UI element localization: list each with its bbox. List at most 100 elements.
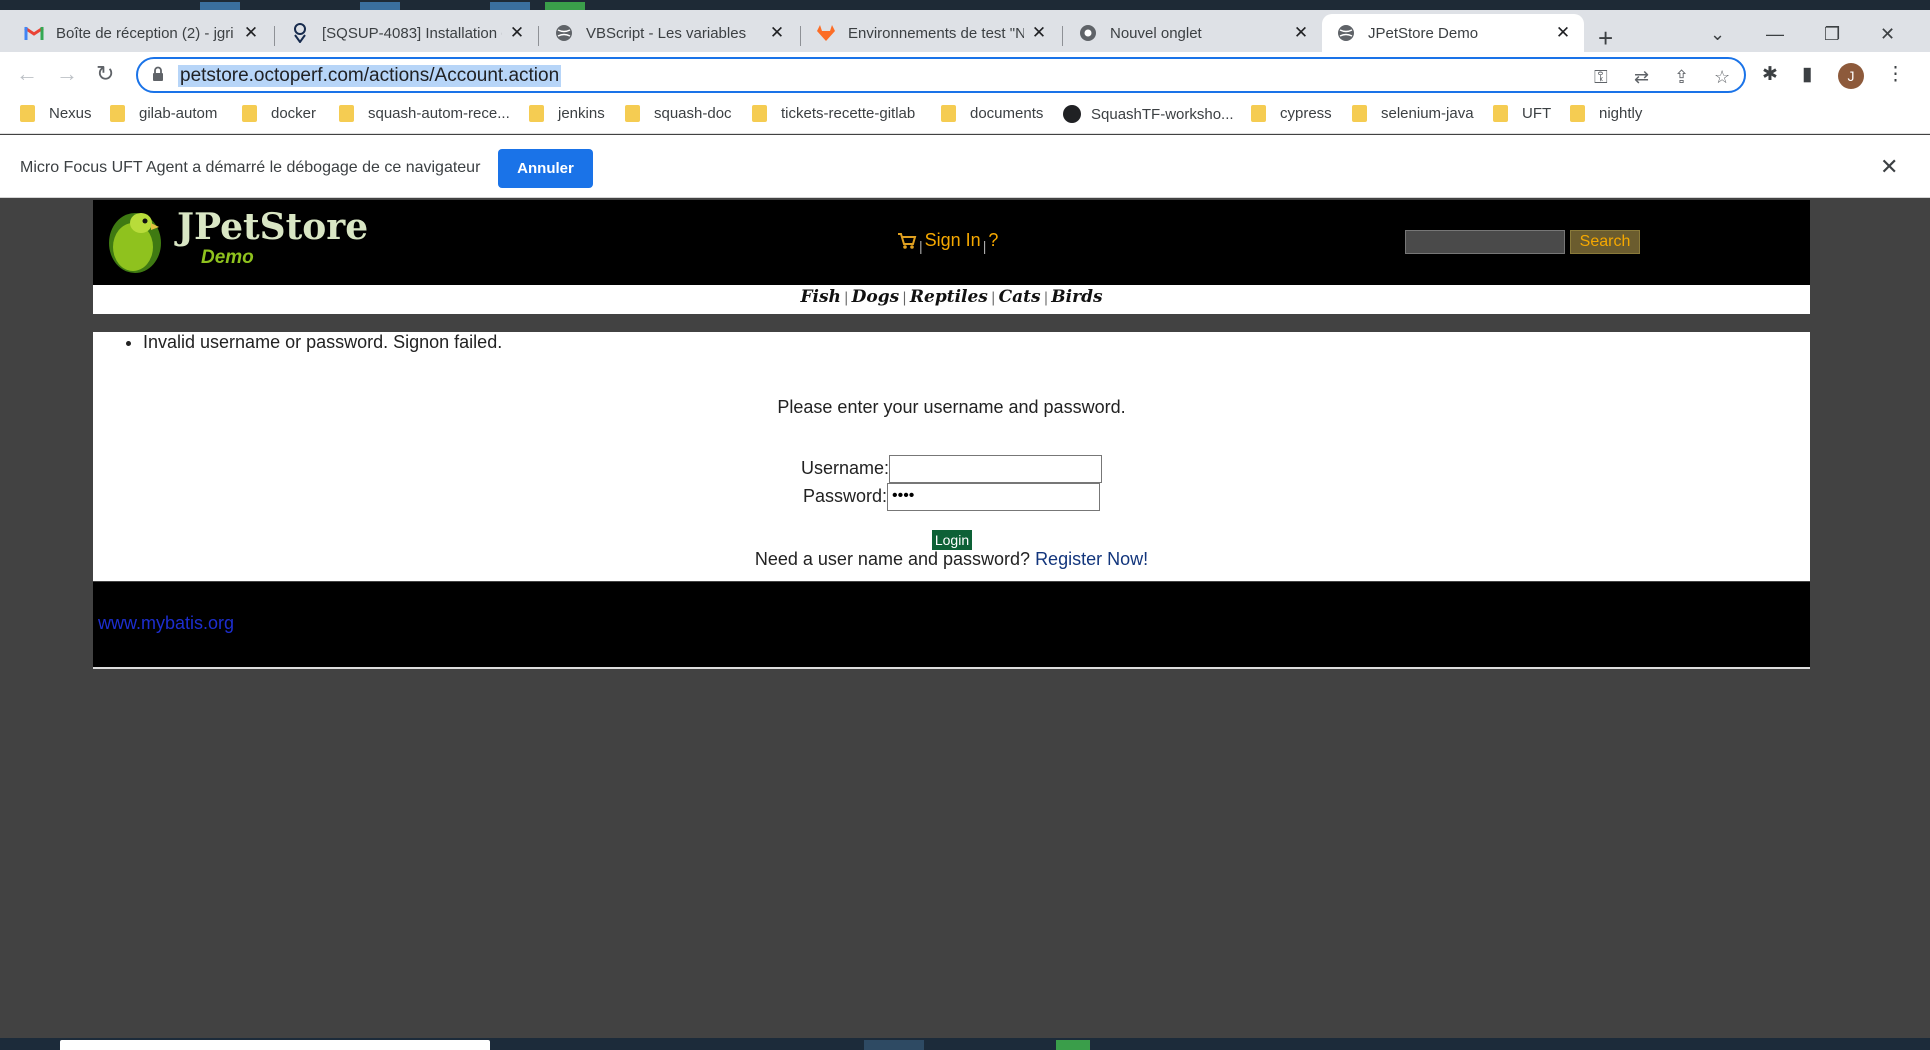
close-tab-icon[interactable]: ✕ [242, 23, 260, 42]
register-link[interactable]: Register Now! [1035, 549, 1148, 569]
cancel-button[interactable]: Annuler [498, 149, 593, 188]
search-input[interactable] [1405, 230, 1565, 254]
folder-icon [1352, 105, 1367, 122]
reload-icon[interactable]: ↻ [96, 62, 114, 86]
folder-icon [1570, 105, 1585, 122]
os-indicator [545, 2, 585, 10]
close-tab-icon[interactable]: ✕ [768, 23, 786, 42]
tab-strip: Boîte de réception (2) - jgri ✕ [SQSUP-4… [0, 10, 1930, 52]
bookmark-item[interactable]: squash-doc [625, 105, 732, 122]
parrot-icon: JPetStore Demo [109, 206, 368, 273]
password-field[interactable]: •••• [887, 483, 1100, 511]
new-tab-icon[interactable]: + [1598, 25, 1613, 51]
link-separator: | [902, 290, 907, 306]
tab-vbscript[interactable]: VBScript - Les variables ✕ [540, 14, 798, 52]
bookmark-label: gilab-autom [139, 105, 218, 122]
error-message: Invalid username or password. Signon fai… [143, 332, 502, 353]
svg-text:JPetStore: JPetStore [174, 206, 368, 248]
share-icon[interactable]: ⇪ [1674, 67, 1689, 88]
bookmark-item[interactable]: docker [242, 105, 316, 122]
svg-text:Demo: Demo [201, 247, 254, 268]
bookmark-item[interactable]: SquashTF-worksho... [1063, 105, 1234, 123]
close-tab-icon[interactable]: ✕ [1554, 23, 1572, 42]
category-dogs-link[interactable]: Dogs [852, 287, 900, 307]
bookmark-item[interactable]: nightly [1570, 105, 1642, 122]
bookmark-item[interactable]: selenium-java [1352, 105, 1474, 122]
window-close-icon[interactable]: ✕ [1880, 24, 1895, 45]
os-indicator [200, 2, 240, 10]
help-link[interactable]: ? [988, 230, 998, 251]
profile-avatar[interactable]: J [1838, 63, 1864, 89]
tab-separator [538, 26, 539, 46]
register-text: Need a user name and password? [754, 549, 1031, 569]
login-button[interactable]: Login [932, 530, 972, 550]
os-indicator [490, 2, 530, 10]
jira-icon [290, 23, 310, 43]
bookmark-label: documents [970, 105, 1044, 122]
bookmark-label: SquashTF-worksho... [1091, 105, 1234, 123]
taskbar-app[interactable] [1056, 1040, 1090, 1050]
side-panel-icon[interactable]: ▮ [1802, 63, 1812, 86]
bookmark-item[interactable]: Nexus [20, 105, 92, 122]
address-bar[interactable]: petstore.octoperf.com/actions/Account.ac… [136, 57, 1746, 93]
tab-gmail[interactable]: Boîte de réception (2) - jgri ✕ [10, 14, 272, 52]
bookmark-item[interactable]: gilab-autom [110, 105, 217, 122]
header-menu: | Sign In | ? [897, 230, 998, 254]
forward-icon[interactable]: → [56, 62, 78, 86]
sign-in-link[interactable]: Sign In [925, 230, 981, 251]
os-indicator [360, 2, 400, 10]
tab-separator [1062, 26, 1063, 46]
folder-icon [1251, 105, 1266, 122]
browser-toolbar: ← → ↻ petstore.octoperf.com/actions/Acco… [0, 52, 1930, 98]
minimize-icon[interactable]: — [1766, 24, 1784, 45]
mybatis-link[interactable]: www.mybatis.org [98, 613, 234, 634]
bookmark-item[interactable]: squash-autom-rece... [339, 105, 510, 122]
category-birds-link[interactable]: Birds [1051, 287, 1102, 307]
taskbar-app[interactable] [864, 1040, 924, 1050]
category-quicklinks: Fish | Dogs | Reptiles | Cats | Birds [93, 285, 1810, 314]
bookmark-label: UFT [1522, 105, 1552, 122]
tab-title: Nouvel onglet [1110, 24, 1202, 42]
bookmark-item[interactable]: cypress [1251, 105, 1332, 122]
os-taskbar [0, 1038, 1930, 1050]
category-cats-link[interactable]: Cats [999, 287, 1041, 307]
cart-icon[interactable] [897, 232, 917, 250]
address-url[interactable]: petstore.octoperf.com/actions/Account.ac… [178, 65, 562, 87]
error-messages: Invalid username or password. Signon fai… [143, 332, 502, 353]
taskbar-window[interactable] [60, 1040, 490, 1050]
bookmark-item[interactable]: jenkins [529, 105, 605, 122]
link-separator: | [1043, 290, 1049, 306]
tab-gitlab[interactable]: Environnements de test "Ni ✕ [802, 14, 1060, 52]
store-logo[interactable]: JPetStore Demo [103, 203, 393, 275]
translate-icon[interactable]: ⇄ [1634, 67, 1649, 88]
tab-jpetstore[interactable]: JPetStore Demo ✕ [1322, 14, 1584, 52]
debug-infobar: Micro Focus UFT Agent a démarré le débog… [0, 135, 1930, 198]
back-icon[interactable]: ← [16, 62, 38, 86]
restore-icon[interactable]: ❐ [1824, 24, 1840, 45]
link-separator: | [843, 290, 849, 306]
bookmark-item[interactable]: documents [941, 105, 1043, 122]
tab-new[interactable]: Nouvel onglet ✕ [1064, 14, 1322, 52]
bookmark-label: docker [271, 105, 317, 122]
category-reptiles-link[interactable]: Reptiles [910, 287, 988, 307]
menu-separator: | [982, 237, 987, 254]
extensions-icon[interactable]: ✱ [1762, 63, 1778, 86]
close-tab-icon[interactable]: ✕ [1292, 23, 1310, 42]
bookmark-item[interactable]: UFT [1493, 105, 1551, 122]
infobar-message: Micro Focus UFT Agent a démarré le débog… [20, 159, 481, 176]
close-tab-icon[interactable]: ✕ [508, 23, 526, 42]
signon-prompt: Please enter your username and password. [777, 397, 1126, 417]
bookmark-label: jenkins [558, 105, 605, 122]
menu-icon[interactable]: ⋮ [1886, 63, 1905, 86]
tab-search-icon[interactable]: ⌄ [1710, 24, 1725, 45]
username-field[interactable] [889, 455, 1102, 483]
category-fish-link[interactable]: Fish [800, 287, 840, 307]
search-button[interactable]: Search [1570, 230, 1640, 254]
bookmark-item[interactable]: tickets-recette-gitlab [752, 105, 915, 122]
close-icon[interactable]: ✕ [1880, 154, 1898, 180]
bookmark-star-icon[interactable]: ☆ [1714, 67, 1730, 88]
password-key-icon[interactable]: ⚿ [1594, 67, 1608, 88]
folder-icon [339, 105, 354, 122]
close-tab-icon[interactable]: ✕ [1030, 23, 1048, 42]
tab-jira[interactable]: [SQSUP-4083] Installation d ✕ [276, 14, 538, 52]
